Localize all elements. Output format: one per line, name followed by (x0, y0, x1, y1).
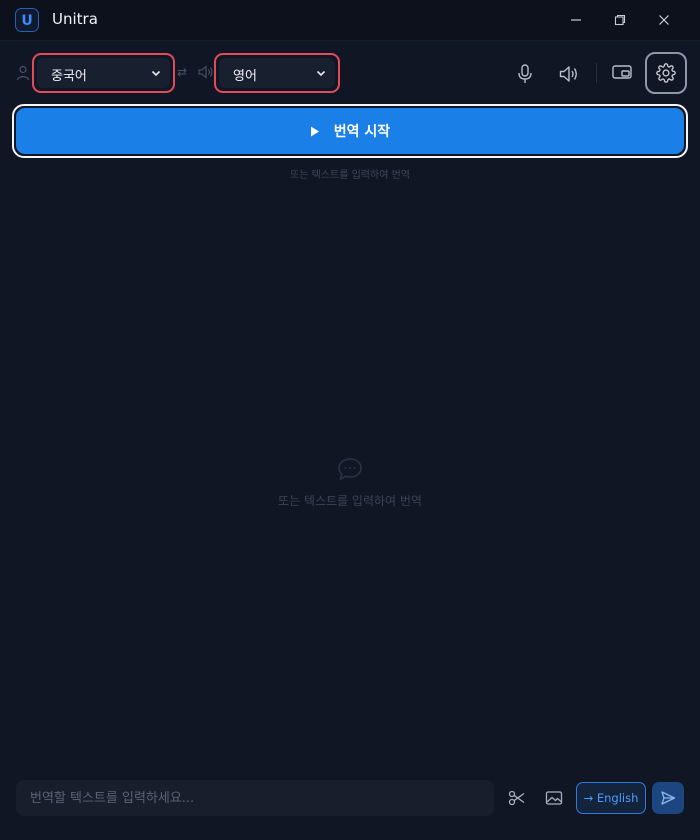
start-translation-button[interactable]: 번역 시작 (12, 104, 688, 158)
restore-button[interactable] (600, 6, 640, 34)
play-icon (310, 126, 319, 136)
screenshot-button[interactable] (502, 783, 532, 813)
image-icon (545, 791, 563, 805)
app-logo-letter: U (21, 13, 32, 29)
microphone-button[interactable] (506, 55, 544, 93)
send-button[interactable] (652, 782, 684, 814)
close-icon (659, 15, 669, 25)
speaker-button[interactable] (550, 55, 588, 93)
chat-bubble-icon (338, 458, 362, 481)
source-language-value: 중국어 (51, 69, 87, 84)
input-hint-text: 또는 텍스트를 입력하여 번역 (290, 170, 410, 181)
picture-in-picture-button[interactable] (603, 53, 641, 91)
target-language-chip[interactable]: → English (576, 782, 646, 814)
app-window: U Unitra 중국어 ⇄ 영어 번역 시작 또는 텍스트를 입력하여 번역 … (0, 0, 700, 840)
start-translation-button-fill[interactable]: 번역 시작 (16, 108, 684, 154)
scissors-icon (508, 790, 525, 806)
empty-state-text: 또는 텍스트를 입력하여 번역 (278, 494, 422, 508)
image-button[interactable] (539, 783, 569, 813)
microphone-icon (518, 64, 532, 83)
gear-icon (656, 63, 676, 83)
app-logo-icon: U (15, 8, 39, 32)
target-language-dropdown[interactable]: 영어 (219, 58, 335, 88)
settings-button[interactable] (645, 52, 687, 94)
text-input[interactable] (16, 780, 494, 816)
speaker-icon (198, 65, 213, 79)
chevron-down-icon (316, 70, 326, 77)
source-language-dropdown[interactable]: 중국어 (37, 58, 170, 88)
source-language-select[interactable]: 중국어 (32, 53, 175, 93)
swap-icon[interactable]: ⇄ (177, 65, 187, 79)
picture-in-picture-icon (612, 65, 632, 79)
toolbar-divider (596, 63, 597, 83)
language-toolbar: 중국어 ⇄ 영어 (0, 41, 700, 107)
close-button[interactable] (644, 6, 684, 34)
minimize-icon (571, 19, 581, 21)
restore-icon (614, 14, 626, 26)
target-language-value: 영어 (233, 69, 257, 84)
chevron-down-icon (151, 70, 161, 77)
target-language-select[interactable]: 영어 (214, 53, 340, 93)
person-icon (16, 65, 30, 81)
start-translation-label: 번역 시작 (333, 124, 391, 140)
app-title: Unitra (52, 10, 98, 28)
send-icon (661, 791, 676, 805)
minimize-button[interactable] (556, 6, 596, 34)
speaker-icon (559, 66, 577, 82)
input-bar: → English (0, 770, 700, 840)
title-bar: U Unitra (0, 0, 700, 41)
